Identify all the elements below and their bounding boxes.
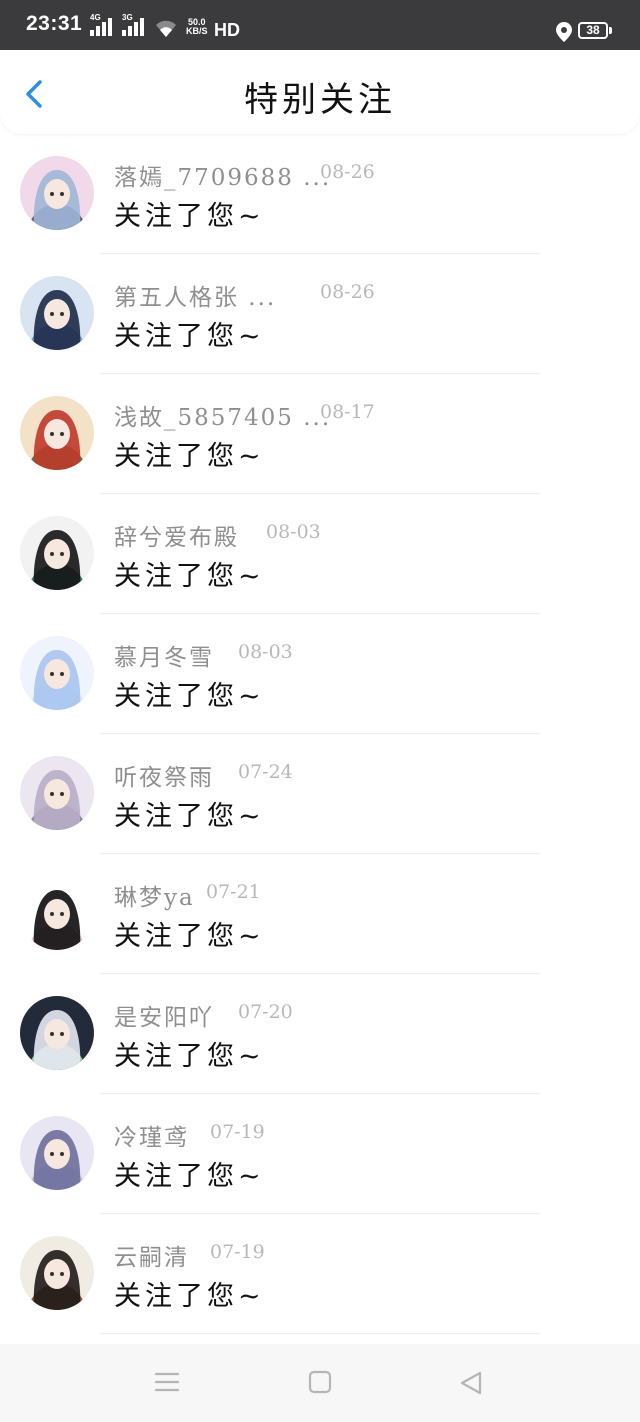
- avatar[interactable]: [20, 636, 94, 710]
- list-item[interactable]: 辞兮爱布殿 08-03 关注了您~: [0, 494, 640, 614]
- list-item[interactable]: 第五人格张 ... 08-26 关注了您~: [0, 254, 640, 374]
- avatar[interactable]: [20, 1116, 94, 1190]
- list-item[interactable]: 慕月冬雪 08-03 关注了您~: [0, 614, 640, 734]
- battery-cap: [609, 27, 612, 34]
- avatar-image: [20, 1236, 94, 1310]
- avatar[interactable]: [20, 156, 94, 230]
- list-item[interactable]: 琳梦ya 07-21 关注了您~: [0, 854, 640, 974]
- sender-name[interactable]: 云嗣清: [114, 1238, 189, 1272]
- item-date: 07-20: [238, 1001, 293, 1023]
- list-item[interactable]: 云嗣清 07-19 关注了您~: [0, 1214, 640, 1334]
- item-date: 07-19: [210, 1121, 265, 1143]
- avatar[interactable]: [20, 1236, 94, 1310]
- avatar-image: [20, 876, 94, 950]
- list-item[interactable]: 是安阳吖 07-20 关注了您~: [0, 974, 640, 1094]
- sender-name[interactable]: 第五人格张 ...: [114, 278, 276, 312]
- sender-name[interactable]: 慕月冬雪: [114, 638, 214, 672]
- sender-name[interactable]: 冷瑾鸢: [114, 1118, 189, 1152]
- avatar-image: [20, 396, 94, 470]
- item-message: 关注了您~: [114, 561, 265, 592]
- item-message: 关注了您~: [114, 441, 265, 472]
- item-date: 08-03: [266, 521, 321, 543]
- item-date: 07-19: [210, 1241, 265, 1263]
- back-triangle-icon: [460, 1371, 482, 1395]
- header: 特别关注: [0, 50, 640, 134]
- network-speed: 50.0 KB/S: [186, 18, 208, 36]
- hd-badge: HD: [214, 20, 240, 40]
- list-item[interactable]: 冷瑾鸢 07-19 关注了您~: [0, 1094, 640, 1214]
- item-date: 08-26: [320, 161, 375, 183]
- item-message: 关注了您~: [114, 921, 265, 952]
- avatar-image: [20, 1116, 94, 1190]
- status-time: 23:31: [26, 12, 83, 35]
- nav-back-button[interactable]: [458, 1370, 484, 1400]
- item-message: 关注了您~: [114, 321, 265, 352]
- item-message: 关注了您~: [114, 201, 265, 232]
- avatar-image: [20, 636, 94, 710]
- wifi-icon: [156, 20, 176, 37]
- menu-icon: [154, 1372, 180, 1392]
- system-nav-bar: [0, 1344, 640, 1422]
- battery-level: 38: [586, 23, 600, 37]
- menu-button[interactable]: [154, 1370, 180, 1398]
- home-square-icon: [308, 1370, 332, 1394]
- sender-name[interactable]: 听夜祭雨: [114, 758, 214, 792]
- item-message: 关注了您~: [114, 801, 265, 832]
- avatar-image: [20, 156, 94, 230]
- location-icon: [556, 22, 572, 42]
- sender-name[interactable]: 是安阳吖: [114, 998, 214, 1032]
- avatar-image: [20, 756, 94, 830]
- avatar[interactable]: [20, 756, 94, 830]
- sender-name[interactable]: 辞兮爱布殿: [114, 518, 239, 552]
- sender-name[interactable]: 琳梦ya: [114, 878, 195, 912]
- item-date: 08-17: [320, 401, 375, 423]
- item-date: 08-03: [238, 641, 293, 663]
- list-item[interactable]: 浅故_5857405 ... 08-17 关注了您~: [0, 374, 640, 494]
- list-item[interactable]: 落嫣_7709688 ... 08-26 关注了您~: [0, 134, 640, 254]
- item-message: 关注了您~: [114, 1041, 265, 1072]
- avatar[interactable]: [20, 876, 94, 950]
- page-title: 特别关注: [244, 80, 396, 120]
- list-item[interactable]: 听夜祭雨 07-24 关注了您~: [0, 734, 640, 854]
- item-message: 关注了您~: [114, 1161, 265, 1192]
- sender-name[interactable]: 落嫣_7709688 ...: [114, 158, 331, 192]
- speed-unit: KB/S: [186, 26, 208, 36]
- avatar[interactable]: [20, 996, 94, 1070]
- item-message: 关注了您~: [114, 1281, 265, 1312]
- divider: [100, 1333, 540, 1334]
- avatar[interactable]: [20, 276, 94, 350]
- battery-icon: 38: [578, 22, 608, 39]
- item-date: 07-21: [206, 881, 261, 903]
- item-date: 08-26: [320, 281, 375, 303]
- avatar[interactable]: [20, 516, 94, 590]
- sender-name[interactable]: 浅故_5857405 ...: [114, 398, 331, 432]
- avatar-image: [20, 276, 94, 350]
- item-message: 关注了您~: [114, 681, 265, 712]
- avatar[interactable]: [20, 396, 94, 470]
- notification-list: 落嫣_7709688 ... 08-26 关注了您~ 第五人格张 ... 08-…: [0, 134, 640, 1334]
- status-bar: 23:31 4G 3G 50.0 KB/S HD 38: [0, 0, 640, 50]
- avatar-image: [20, 516, 94, 590]
- item-date: 07-24: [238, 761, 293, 783]
- avatar-image: [20, 996, 94, 1070]
- home-button[interactable]: [308, 1370, 332, 1398]
